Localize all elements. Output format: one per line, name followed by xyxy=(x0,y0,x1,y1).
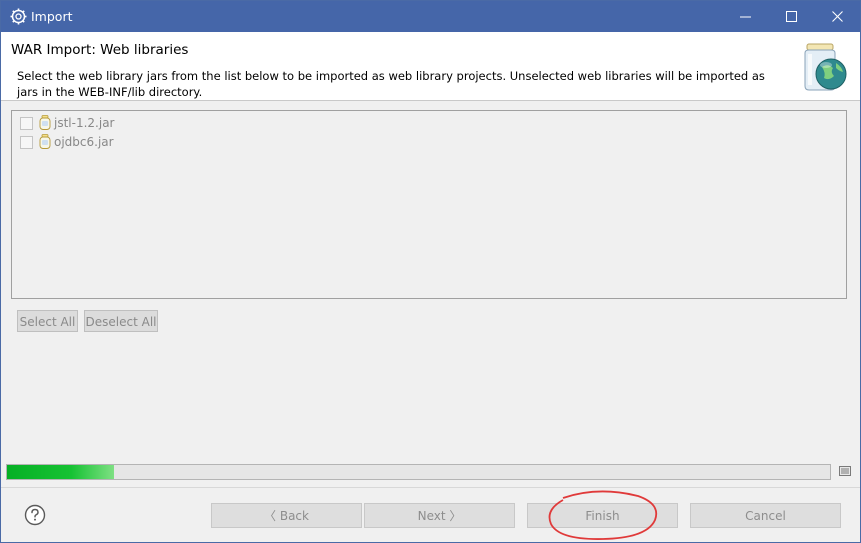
import-dialog: Import WAR Import: Web libraries Select … xyxy=(0,0,861,543)
close-button[interactable] xyxy=(815,1,860,32)
wizard-header: WAR Import: Web libraries Select the web… xyxy=(1,32,860,101)
library-name: jstl-1.2.jar xyxy=(54,116,115,130)
footer-separator xyxy=(1,487,860,488)
page-title: WAR Import: Web libraries xyxy=(11,42,189,58)
list-item[interactable]: jstl-1.2.jar xyxy=(20,114,220,132)
jar-icon xyxy=(39,134,51,149)
progress-view-icon[interactable] xyxy=(838,464,852,478)
help-icon[interactable] xyxy=(24,504,46,526)
title-bar[interactable]: Import xyxy=(1,1,860,32)
library-list[interactable]: jstl-1.2.jar ojdbc6.jar xyxy=(11,110,847,299)
finish-button[interactable]: Finish xyxy=(527,503,678,528)
close-icon xyxy=(832,11,843,22)
library-checkbox[interactable] xyxy=(20,117,33,130)
library-checkbox[interactable] xyxy=(20,136,33,149)
select-all-button[interactable]: Select All xyxy=(17,310,78,332)
list-item[interactable]: ojdbc6.jar xyxy=(20,133,220,151)
eclipse-gear-icon xyxy=(10,8,27,25)
minimize-button[interactable] xyxy=(723,1,769,32)
back-button[interactable]: 〈 Back xyxy=(211,503,362,528)
next-button[interactable]: Next 〉 xyxy=(364,503,515,528)
page-description: Select the web library jars from the lis… xyxy=(17,69,765,99)
progress-bar xyxy=(6,464,831,480)
minimize-icon xyxy=(740,16,751,18)
deselect-all-button[interactable]: Deselect All xyxy=(84,310,158,332)
progress-fill xyxy=(7,465,114,479)
maximize-icon xyxy=(786,11,797,22)
cancel-button[interactable]: Cancel xyxy=(690,503,841,528)
library-name: ojdbc6.jar xyxy=(54,135,114,149)
jar-globe-icon xyxy=(804,43,847,91)
jar-icon xyxy=(39,115,51,130)
maximize-button[interactable] xyxy=(769,1,815,32)
window-title: Import xyxy=(31,9,73,24)
